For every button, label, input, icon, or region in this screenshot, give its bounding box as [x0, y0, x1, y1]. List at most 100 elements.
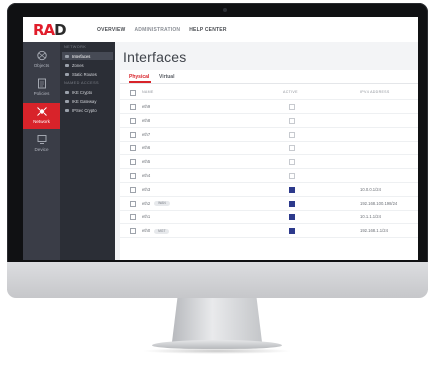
submenu-section-network: NETWORK [64, 45, 87, 49]
rail-item-device[interactable]: Device [23, 131, 60, 157]
row-checkbox[interactable] [130, 131, 136, 138]
interface-name[interactable]: eth2 WAN [142, 201, 170, 206]
table-row[interactable]: eth8 [120, 114, 418, 128]
base-shadow [142, 348, 292, 354]
row-checkbox[interactable] [130, 186, 136, 193]
row-checkbox[interactable] [130, 145, 136, 152]
active-checkbox[interactable] [289, 117, 295, 124]
active-checkbox[interactable] [289, 228, 295, 235]
active-checkbox[interactable] [289, 200, 295, 207]
brand-logo[interactable]: RAD [33, 22, 67, 38]
select-all-checkbox[interactable] [130, 90, 136, 96]
rail-item-policies[interactable]: Policies [23, 75, 60, 101]
header-ipv4[interactable]: IPV4 ADDRESS [360, 90, 390, 94]
active-checkbox[interactable] [289, 173, 295, 179]
submenu-section-named-access: NAMED ACCESS [64, 81, 99, 85]
table-row[interactable]: eth2 WAN 192.168.100.198/24 [120, 197, 418, 211]
interface-name-text: eth9 [142, 104, 151, 109]
logo-text-b: D [54, 21, 66, 39]
table-row[interactable]: eth5 [120, 155, 418, 170]
submenu-item-ike-crypto[interactable]: IKE Crypto [62, 88, 113, 96]
top-nav: OVERVIEW ADMINISTRATION HELP CENTER [97, 26, 227, 36]
table-row[interactable]: eth0 MGT 192.168.1.1/24 [120, 224, 418, 239]
submenu-label: IKE Crypto [72, 89, 93, 95]
ipsec-crypto-icon [65, 108, 69, 112]
row-checkbox[interactable] [130, 173, 136, 179]
network-icon [36, 107, 47, 116]
page-title: Interfaces [123, 49, 187, 65]
submenu-label: Static Routes [72, 71, 97, 77]
row-checkbox[interactable] [130, 214, 136, 221]
device-icon [37, 135, 46, 144]
app-screen: RAD OVERVIEW ADMINISTRATION HELP CENTER … [23, 17, 418, 260]
row-checkbox[interactable] [130, 159, 136, 166]
monitor-chin [7, 262, 428, 298]
table-row[interactable]: eth9 [120, 100, 418, 114]
interface-name[interactable]: eth4 [142, 173, 150, 178]
row-checkbox[interactable] [130, 104, 136, 110]
submenu-item-zones[interactable]: Zones [62, 61, 113, 69]
interface-name-text: eth4 [142, 173, 151, 178]
active-checkbox[interactable] [289, 104, 295, 110]
submenu-item-static-routes[interactable]: Static Routes [62, 70, 113, 78]
submenu-item-ipsec-crypto[interactable]: IPSec Crypto [62, 106, 113, 114]
rail-item-objects[interactable]: Objects [23, 47, 60, 73]
table-header: NAME ACTIVE IPV4 ADDRESS [120, 86, 418, 100]
static-routes-icon [65, 72, 69, 76]
table-row[interactable]: eth6 [120, 141, 418, 156]
row-checkbox[interactable] [130, 228, 136, 235]
interface-name-text: eth0 [142, 228, 151, 234]
tab-bar: Physical Virtual [120, 70, 418, 84]
tab-active-indicator [129, 81, 151, 83]
rail-item-network[interactable]: Network [23, 103, 60, 129]
zones-icon [65, 63, 69, 67]
nav-help-center[interactable]: HELP CENTER [189, 26, 226, 36]
table-row[interactable]: eth3 10.0.0.1/24 [120, 183, 418, 197]
submenu-item-interfaces[interactable]: Interfaces [62, 52, 113, 60]
submenu-label: IKE Gateway [72, 98, 97, 104]
top-bar: RAD OVERVIEW ADMINISTRATION HELP CENTER [23, 17, 418, 43]
ike-crypto-icon [65, 90, 69, 94]
interface-name-text: eth8 [142, 117, 151, 123]
zone-badge: MGT [154, 228, 170, 234]
interface-name-text: eth5 [142, 159, 151, 165]
rail-label-device: Device [34, 147, 49, 152]
active-checkbox[interactable] [289, 214, 295, 221]
submenu-label: Interfaces [72, 53, 91, 59]
table-row[interactable]: eth7 [120, 128, 418, 142]
active-checkbox[interactable] [289, 186, 295, 193]
rail-label-network: Network [33, 119, 50, 124]
active-checkbox[interactable] [289, 159, 295, 166]
interface-name[interactable]: eth6 [142, 145, 150, 150]
ipv4-address: 192.168.1.1/24 [360, 228, 388, 234]
nav-overview[interactable]: OVERVIEW [97, 26, 125, 36]
tab-virtual[interactable]: Virtual [159, 74, 174, 80]
icon-rail: Objects Policies Network Device [23, 42, 60, 260]
network-submenu: NETWORK Interfaces Zones Static Routes N… [60, 42, 115, 260]
ipv4-address: 10.1.1.1/24 [360, 214, 381, 220]
active-checkbox[interactable] [289, 145, 295, 152]
interface-name[interactable]: eth8 [142, 118, 150, 123]
interfaces-icon [65, 54, 69, 58]
tab-physical[interactable]: Physical [129, 74, 149, 80]
row-checkbox[interactable] [130, 200, 136, 207]
submenu-label: Zones [72, 62, 84, 68]
interface-name[interactable]: eth3 [142, 187, 150, 192]
nav-administration[interactable]: ADMINISTRATION [134, 26, 180, 36]
header-active[interactable]: ACTIVE [283, 90, 298, 94]
interface-name[interactable]: eth0 MGT [142, 228, 170, 234]
submenu-item-ike-gateway[interactable]: IKE Gateway [62, 97, 113, 105]
interface-name[interactable]: eth9 [142, 104, 150, 109]
interface-name[interactable]: eth1 [142, 214, 150, 219]
interface-name[interactable]: eth7 [142, 132, 150, 137]
row-checkbox[interactable] [130, 117, 136, 124]
interface-name-text: eth3 [142, 186, 151, 192]
header-name[interactable]: NAME [142, 90, 154, 94]
interface-name-text: eth6 [142, 145, 151, 151]
table-row[interactable]: eth1 10.1.1.1/24 [120, 210, 418, 225]
active-checkbox[interactable] [289, 131, 295, 138]
table-row[interactable]: eth4 [120, 169, 418, 183]
interface-name[interactable]: eth5 [142, 159, 150, 164]
rail-label-policies: Policies [33, 91, 50, 96]
interface-name-text: eth2 [142, 200, 151, 206]
